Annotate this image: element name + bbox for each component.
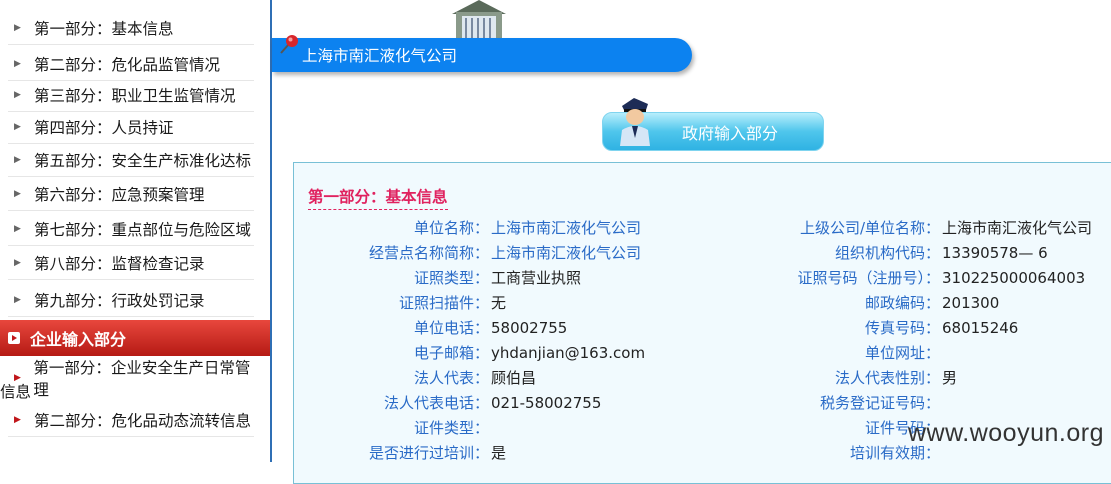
sidebar-item-certificates[interactable]: ▶ 第四部分：人员持证 [8, 111, 254, 144]
right-field-label: 上级公司/单位名称： [799, 219, 940, 237]
sidebar-item-daily-management[interactable]: ▶ 第一部分：企业安全生产日常管理 [8, 359, 254, 399]
left-field-label: 单位名称： [413, 219, 489, 237]
sidebar-item-basic-info[interactable]: ▶ 第一部分：基本信息 [8, 12, 254, 45]
sidebar-item-label: 第六部分：应急预案管理 [34, 186, 205, 204]
right-field-label: 法人代表性别： [834, 369, 940, 387]
section-arrow-icon [8, 332, 20, 344]
police-officer-icon [620, 98, 650, 146]
caret-right-icon: ▶ [14, 122, 21, 132]
sidebar-item-penalty-records[interactable]: ▶ 第九部分：行政处罚记录 [8, 284, 254, 317]
sidebar-item-label: 第二部分：危化品监管情况 [34, 56, 221, 74]
company-banner: 上海市南汇液化气公司 [272, 38, 692, 72]
watermark: www.wooyun.org [908, 419, 1104, 447]
section-title: 第一部分：基本信息 [308, 185, 448, 210]
sidebar-item-standardization[interactable]: ▶ 第五部分：安全生产标准化达标 [8, 144, 254, 177]
sidebar-item-hazmat[interactable]: ▶ 第二部分：危化品监管情况 [8, 48, 254, 81]
right-field-label: 单位网址： [864, 344, 940, 362]
left-field-label: 证件类型： [413, 419, 489, 437]
right-field-value: 男 [942, 369, 958, 387]
sidebar-item-label: 第四部分：人员持证 [34, 119, 174, 137]
caret-right-icon: ▶ [14, 155, 21, 165]
left-field-value: 无 [491, 294, 507, 312]
caret-right-icon: ▶ [14, 258, 21, 268]
caret-right-icon: ▶ [14, 23, 21, 33]
sidebar-item-label: 第三部分：职业卫生监管情况 [34, 87, 236, 105]
sidebar-item-label: 第一部分：企业安全生产日常管理 [33, 359, 251, 399]
house-icon [452, 0, 506, 38]
sidebar-item-label: 第九部分：行政处罚记录 [34, 292, 205, 310]
right-field-label: 组织机构代码： [834, 244, 940, 262]
company-name: 上海市南汇液化气公司 [302, 47, 458, 65]
left-field-label: 经营点名称简称： [368, 244, 489, 262]
left-field-value: 顾伯昌 [491, 369, 537, 387]
gov-input-label: 政府输入部分 [681, 123, 778, 143]
right-field-value: 68015246 [942, 319, 1019, 337]
sidebar-item-label: 第八部分：监督检查记录 [34, 255, 205, 273]
left-field-label: 法人代表电话： [383, 394, 489, 412]
sidebar-item-hazmat-flow[interactable]: ▶ 第二部分：危化品动态流转信息 [8, 404, 254, 437]
left-field-value: 021-58002755 [491, 394, 602, 412]
left-field-label: 电子邮箱： [413, 344, 489, 362]
sidebar-item-occupational-health[interactable]: ▶ 第三部分：职业卫生监管情况 [8, 79, 254, 112]
caret-right-icon: ▶ [14, 295, 21, 305]
left-field-value: yhdanjian@163.com [491, 344, 646, 362]
enterprise-section-header[interactable]: 企业输入部分 [0, 320, 270, 356]
right-field-value: 上海市南汇液化气公司 [942, 219, 1093, 237]
caret-right-icon: ▶ [14, 224, 21, 234]
sidebar-item-label: 第五部分：安全生产标准化达标 [34, 152, 252, 170]
enterprise-header-label: 企业输入部分 [30, 330, 127, 349]
sidebar-item-emergency-plan[interactable]: ▶ 第六部分：应急预案管理 [8, 178, 254, 211]
sidebar-item-label-wrap: 信息 [0, 383, 32, 401]
caret-right-icon: ▶ [14, 189, 21, 199]
left-field-label: 证照类型： [413, 269, 489, 287]
left-field-value: 工商营业执照 [491, 269, 582, 287]
right-field-label: 邮政编码： [864, 294, 940, 312]
sidebar-item-key-areas[interactable]: ▶ 第七部分：重点部位与危险区域 [8, 213, 254, 246]
left-field-label: 证照扫描件： [398, 294, 489, 312]
sidebar-item-label: 第二部分：危化品动态流转信息 [34, 412, 252, 430]
left-field-label: 是否进行过培训： [368, 444, 489, 462]
right-field-label: 传真号码： [864, 319, 940, 337]
sidebar-item-inspection-records[interactable]: ▶ 第八部分：监督检查记录 [8, 247, 254, 280]
right-field-value: 201300 [942, 294, 1000, 312]
left-field-label: 单位电话： [413, 319, 489, 337]
sidebar-item-label: 第一部分：基本信息 [34, 20, 174, 38]
left-field-value: 上海市南汇液化气公司 [491, 219, 642, 237]
right-field-label: 证照号码（注册号）： [797, 269, 940, 287]
caret-right-icon: ▶ [14, 415, 21, 425]
left-field-value: 上海市南汇液化气公司 [491, 244, 642, 262]
caret-right-icon: ▶ [14, 90, 21, 100]
caret-right-icon: ▶ [14, 59, 21, 69]
left-field-value: 58002755 [491, 319, 568, 337]
right-field-value: 310225000064003 [942, 269, 1086, 287]
pushpin-icon [280, 35, 298, 54]
sidebar-item-label: 第七部分：重点部位与危险区域 [34, 221, 252, 239]
right-field-label: 税务登记证号码： [819, 394, 940, 412]
sidebar-nav: ▶ 第一部分：基本信息 ▶ 第二部分：危化品监管情况 ▶ 第三部分：职业卫生监管… [0, 0, 272, 462]
right-field-value: 13390578— 6 [942, 244, 1048, 262]
left-field-label: 法人代表： [413, 369, 489, 387]
left-field-value: 是 [491, 444, 507, 462]
